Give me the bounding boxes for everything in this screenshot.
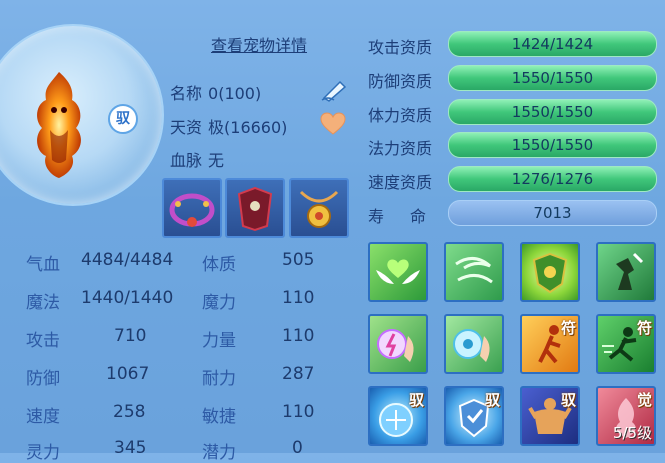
aptitude-speed-label: 速度资质	[368, 173, 433, 192]
stat-value: 345	[114, 438, 147, 458]
aptitude-value: 极(16660)	[208, 118, 288, 137]
equip-slot-3[interactable]	[289, 178, 349, 238]
skill-slot-6[interactable]	[444, 314, 504, 374]
skill-slot-8[interactable]: 符	[596, 314, 656, 374]
skill-slot-5[interactable]	[368, 314, 428, 374]
stat-value: 258	[113, 402, 146, 422]
skill-slot-4[interactable]	[596, 242, 656, 302]
stat-value: 110	[282, 326, 315, 346]
skill-tag: 符	[636, 319, 652, 337]
water-orb-skill-icon	[453, 329, 490, 362]
stat-label: 耐力	[202, 369, 236, 389]
skill-tag: 驭	[560, 391, 576, 409]
stat-value: 110	[282, 402, 315, 422]
shield-emblem-skill-icon	[532, 252, 568, 294]
stat-label: 潜力	[202, 443, 236, 463]
life-label-a: 寿	[368, 207, 385, 226]
life-label-b: 命	[410, 207, 427, 226]
stat-constitution: 体质 505	[202, 250, 314, 275]
equip-slot-2[interactable]	[225, 178, 285, 238]
wind-skill-icon	[455, 257, 493, 284]
aptitude-attack-bar: 1424/1424	[448, 31, 657, 57]
mount-badge: 驭	[108, 104, 138, 134]
skill-slot-2[interactable]	[444, 242, 504, 302]
stat-speed: 速度 258	[26, 402, 145, 427]
stat-spirit: 灵力 345	[26, 438, 146, 463]
stat-value: 110	[282, 288, 315, 308]
skill-slot-3[interactable]	[520, 242, 580, 302]
skill-tag: 觉	[636, 391, 652, 409]
equip-slot-1[interactable]	[162, 178, 222, 238]
stat-label: 灵力	[26, 443, 60, 463]
skill-level: 5/5级	[612, 424, 652, 442]
name-value: 0(100)	[208, 84, 262, 103]
stat-label: 气血	[26, 255, 60, 275]
stat-value: 710	[114, 326, 147, 346]
aptitude-defense-bar: 1550/1550	[448, 65, 657, 91]
aptitude-row: 天资 极(16660)	[170, 114, 287, 138]
stat-agility: 敏捷 110	[202, 402, 314, 427]
skill-slot-7[interactable]: 符	[520, 314, 580, 374]
stat-value: 4484/4484	[81, 250, 174, 270]
life-bar: 7013	[448, 200, 657, 226]
heart-wings-skill-icon	[376, 259, 420, 284]
bloodline-row: 血脉无	[170, 147, 224, 171]
bloodline-label: 血脉	[170, 151, 203, 170]
heart-icon[interactable]	[320, 112, 346, 140]
stat-potential: 潜力 0	[202, 438, 303, 463]
skill-slot-10[interactable]: 驭	[444, 386, 504, 446]
skill-slot-9[interactable]: 驭	[368, 386, 428, 446]
stat-value: 1067	[106, 364, 150, 384]
aptitude-defense-label: 防御资质	[368, 72, 433, 91]
aptitude-label: 天资	[170, 118, 203, 137]
stat-hp: 气血 4484/4484	[26, 250, 173, 275]
stat-label: 魔力	[202, 293, 236, 313]
bloodline-value: 无	[208, 151, 225, 170]
stat-label: 防御	[26, 369, 60, 389]
skill-slot-1[interactable]	[368, 242, 428, 302]
aptitude-mana-bar: 1550/1550	[448, 132, 657, 158]
stat-label: 敏捷	[202, 407, 236, 427]
fire-pet-image	[37, 72, 81, 178]
name-row: 名称 0(100)	[170, 80, 261, 104]
stat-value: 505	[282, 250, 315, 270]
skill-tag: 驭	[408, 391, 424, 409]
stat-label: 体质	[202, 255, 236, 275]
life-label: 寿命	[368, 203, 426, 227]
armor-icon	[237, 186, 273, 232]
skill-slot-11[interactable]: 驭	[520, 386, 580, 446]
stat-label: 速度	[26, 407, 60, 427]
aptitude-mana-label: 法力资质	[368, 139, 433, 158]
aptitude-panel: 攻击资质 1424/1424 防御资质 1550/1550 体力资质 1550/…	[356, 0, 665, 453]
aptitude-stamina-label: 体力资质	[368, 106, 433, 125]
collar-icon	[169, 193, 215, 227]
stat-value: 0	[292, 438, 303, 458]
rename-pencil-icon[interactable]	[320, 78, 350, 106]
stat-defense: 防御 1067	[26, 364, 149, 389]
stat-value: 287	[282, 364, 315, 384]
stat-value: 1440/1440	[81, 288, 174, 308]
skill-slot-12[interactable]: 觉 5/5级	[596, 386, 656, 446]
aptitude-stamina-bar: 1550/1550	[448, 99, 657, 125]
stat-strength: 力量 110	[202, 326, 314, 351]
stat-endurance: 耐力 287	[202, 364, 314, 389]
stat-label: 攻击	[26, 331, 60, 351]
stat-mp: 魔法 1440/1440	[26, 288, 173, 313]
amulet-icon	[299, 190, 339, 228]
skill-tag: 符	[560, 319, 576, 337]
stat-attack: 攻击 710	[26, 326, 146, 351]
stat-magic: 魔力 110	[202, 288, 314, 313]
pet-portrait: 驭	[0, 24, 164, 206]
lightning-orb-skill-icon	[377, 329, 414, 362]
aptitude-speed-bar: 1276/1276	[448, 166, 657, 192]
stat-label: 魔法	[26, 293, 60, 313]
name-label: 名称	[170, 84, 203, 103]
view-pet-details-link[interactable]: 查看宠物详情	[211, 32, 307, 56]
pet-info-panel: 驭 查看宠物详情 名称 0(100) 天资 极(16660) 血脉无 气血 4484/…	[0, 0, 356, 463]
warrior-skill-icon	[616, 252, 644, 290]
stat-label: 力量	[202, 331, 236, 351]
skill-tag: 驭	[484, 391, 500, 409]
aptitude-attack-label: 攻击资质	[368, 38, 433, 57]
